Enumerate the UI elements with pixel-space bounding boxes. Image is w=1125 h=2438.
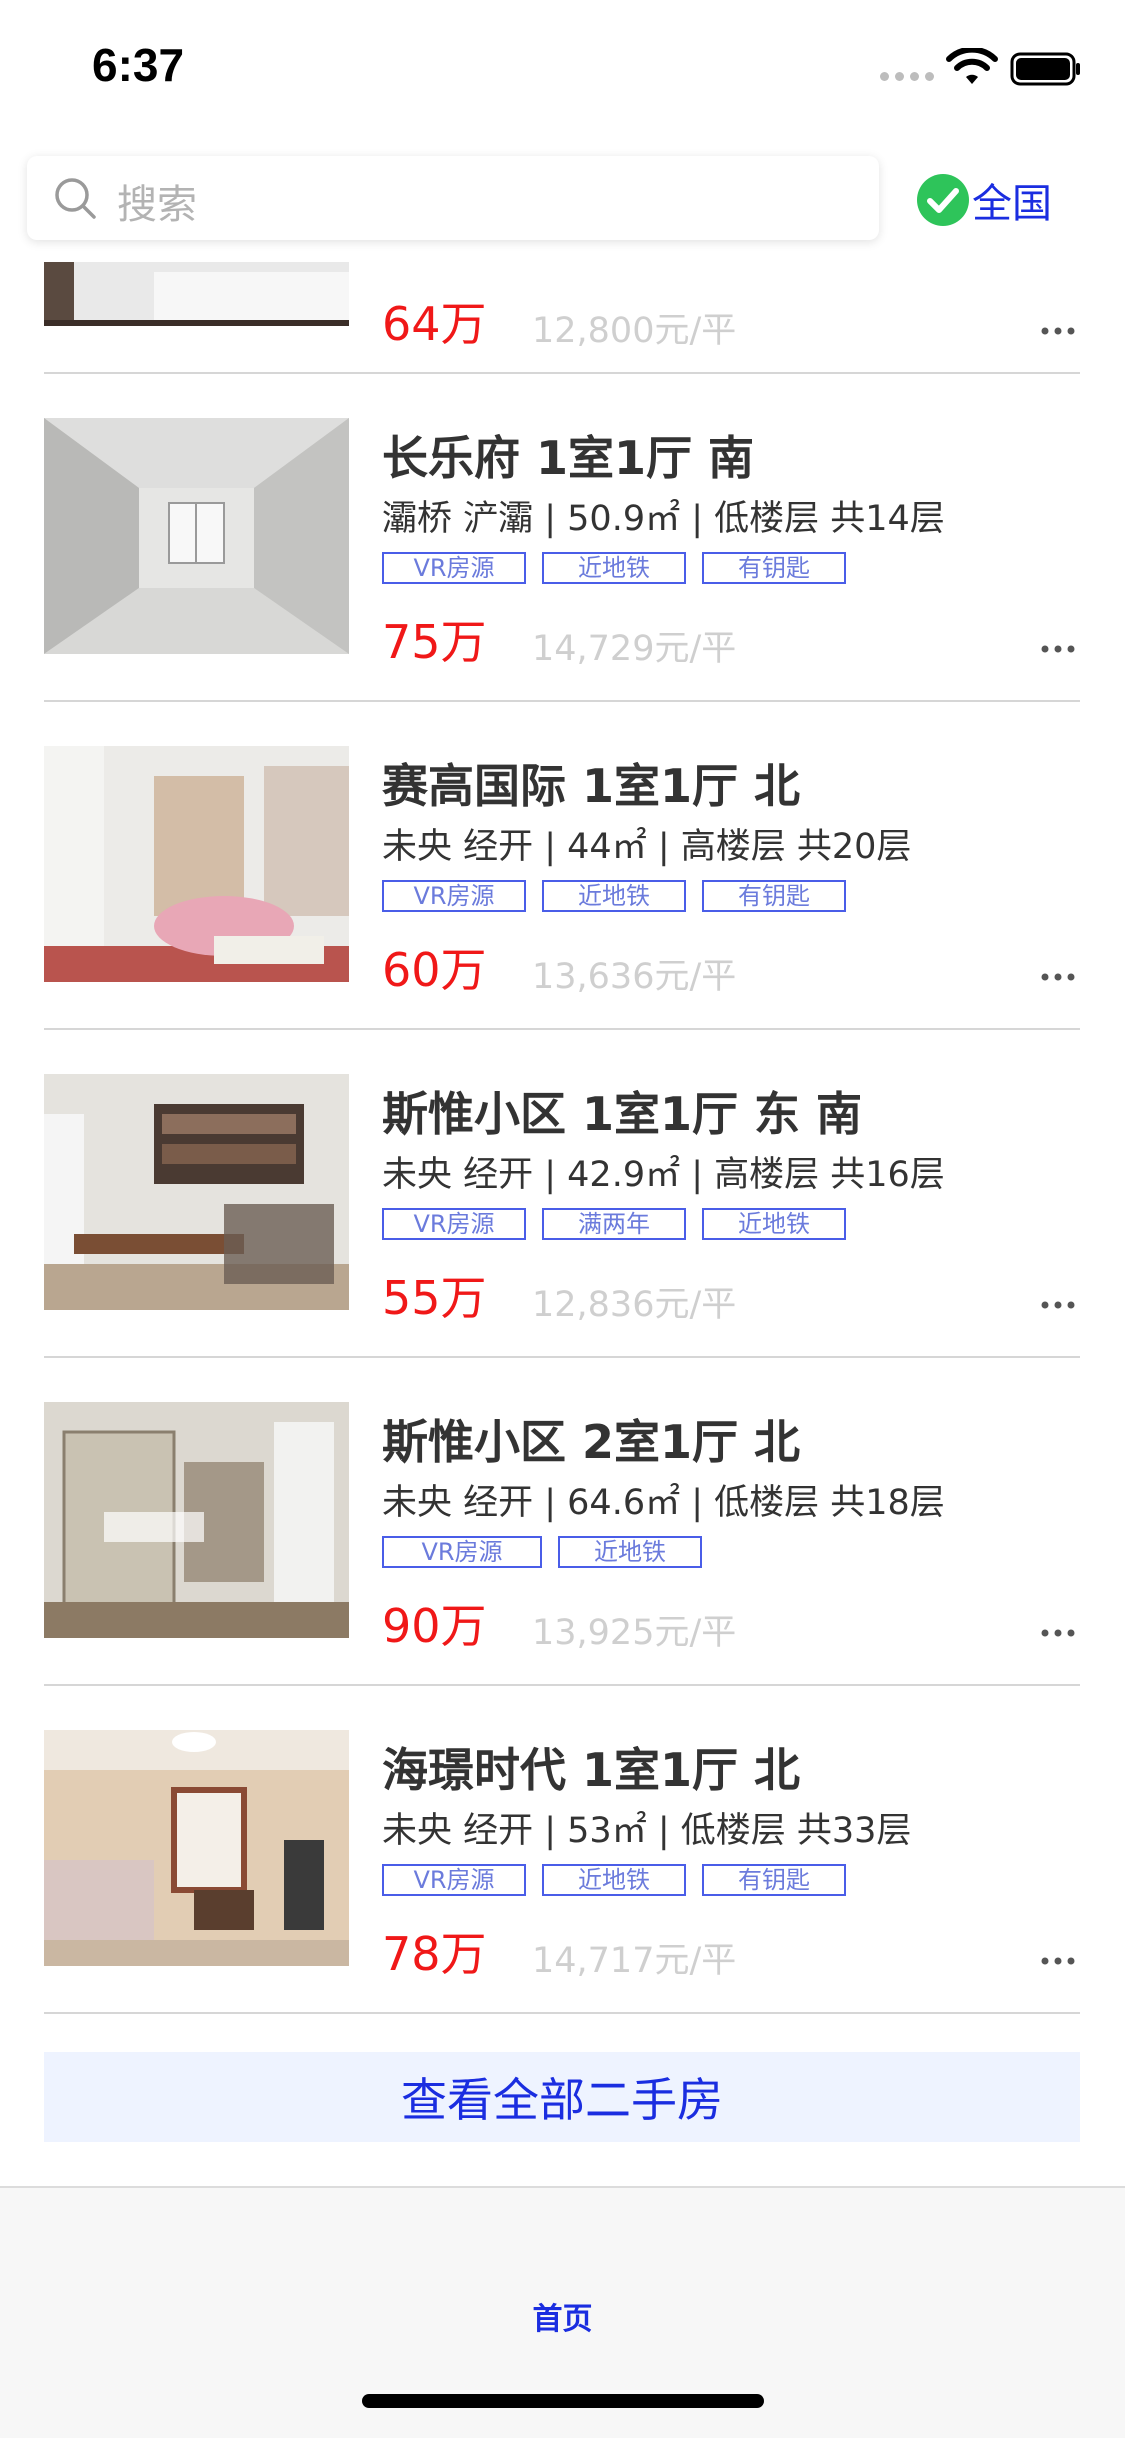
listing-item[interactable]: 赛高国际 1室1厅 北 未央 经开 | 44㎡ | 高楼层 共20层 VR房源 … — [44, 702, 1080, 1030]
listing-unit-price: 14,729元/平 — [532, 629, 737, 669]
more-icon[interactable] — [1040, 1300, 1076, 1310]
view-all-listings-button[interactable]: 查看全部二手房 — [44, 2052, 1080, 2142]
listing-photo — [44, 1074, 349, 1310]
more-icon[interactable] — [1040, 1956, 1076, 1966]
listing-price: 55万 — [382, 1271, 487, 1325]
listing-photo — [44, 746, 349, 982]
listing-tag: 近地铁 — [542, 880, 686, 912]
listing-price: 78万 — [382, 1927, 487, 1981]
region-selector-button[interactable]: 全国 — [916, 170, 1052, 230]
listing-tags: VR房源 满两年 近地铁 — [382, 1208, 846, 1240]
listing-tag: VR房源 — [382, 1864, 526, 1896]
listing-unit-price: 13,636元/平 — [532, 957, 737, 997]
listing-item[interactable]: 64万 12,800元/平 — [44, 240, 1080, 374]
tab-home[interactable]: 首页 — [0, 2294, 1125, 2338]
battery-icon — [1010, 52, 1080, 86]
listing-tag: 有钥匙 — [702, 880, 846, 912]
more-icon[interactable] — [1040, 644, 1076, 654]
listing-tag: 满两年 — [542, 1208, 686, 1240]
listing-tag: 近地铁 — [542, 1864, 686, 1896]
listing-subtitle: 未央 经开 | 44㎡ | 高楼层 共20层 — [382, 827, 912, 867]
search-input[interactable]: 搜索 — [27, 156, 879, 240]
listing-tags: VR房源 近地铁 有钥匙 — [382, 880, 846, 912]
listing-tags: VR房源 近地铁 — [382, 1536, 702, 1568]
listing-title: 斯惟小区 1室1厅 东 南 — [382, 1087, 863, 1141]
listing-tag: VR房源 — [382, 552, 526, 584]
listing-subtitle: 未央 经开 | 42.9㎡ | 高楼层 共16层 — [382, 1155, 945, 1195]
status-bar: 6:37 — [0, 0, 1125, 140]
listing-title: 长乐府 1室1厅 南 — [382, 431, 755, 485]
listing-tag: 近地铁 — [542, 552, 686, 584]
listing-price: 60万 — [382, 943, 487, 997]
listing-tag: 有钥匙 — [702, 1864, 846, 1896]
listing-photo — [44, 418, 349, 654]
search-icon — [55, 178, 96, 219]
listing-tags: VR房源 近地铁 有钥匙 — [382, 552, 846, 584]
more-icon[interactable] — [1040, 1628, 1076, 1638]
listing-tag: VR房源 — [382, 1208, 526, 1240]
listing-price: 64万 — [382, 297, 487, 351]
listing-title: 赛高国际 1室1厅 北 — [382, 759, 801, 813]
listing-subtitle: 未央 经开 | 53㎡ | 低楼层 共33层 — [382, 1811, 912, 1851]
listing-tag: 有钥匙 — [702, 552, 846, 584]
more-icon[interactable] — [1040, 972, 1076, 982]
listing-price: 75万 — [382, 615, 487, 669]
wifi-icon — [946, 48, 998, 84]
listing-tag: 近地铁 — [558, 1536, 702, 1568]
listing-title: 斯惟小区 2室1厅 北 — [382, 1415, 801, 1469]
listing-photo — [44, 262, 349, 326]
listing-price: 90万 — [382, 1599, 487, 1653]
listing-tag: VR房源 — [382, 880, 526, 912]
listing-unit-price: 14,717元/平 — [532, 1941, 737, 1981]
listing-tag: 近地铁 — [702, 1208, 846, 1240]
cellular-signal-icon — [880, 72, 934, 81]
listing-list: 64万 12,800元/平 长乐府 1室1厅 南 灞桥 浐灞 | 50.9㎡ |… — [44, 240, 1080, 2014]
listing-item[interactable]: 斯惟小区 2室1厅 北 未央 经开 | 64.6㎡ | 低楼层 共18层 VR房… — [44, 1358, 1080, 1686]
listing-subtitle: 未央 经开 | 64.6㎡ | 低楼层 共18层 — [382, 1483, 945, 1523]
listing-photo — [44, 1730, 349, 1966]
listing-photo — [44, 1402, 349, 1638]
listing-tag: VR房源 — [382, 1536, 542, 1568]
listing-tags: VR房源 近地铁 有钥匙 — [382, 1864, 846, 1896]
search-placeholder: 搜索 — [117, 182, 197, 228]
listing-item[interactable]: 海璟时代 1室1厅 北 未央 经开 | 53㎡ | 低楼层 共33层 VR房源 … — [44, 1686, 1080, 2014]
more-icon[interactable] — [1040, 326, 1076, 336]
listing-unit-price: 13,925元/平 — [532, 1613, 737, 1653]
listing-unit-price: 12,836元/平 — [532, 1285, 737, 1325]
listing-unit-price: 12,800元/平 — [532, 311, 737, 351]
home-indicator[interactable] — [362, 2394, 764, 2408]
listing-item[interactable]: 长乐府 1室1厅 南 灞桥 浐灞 | 50.9㎡ | 低楼层 共14层 VR房源… — [44, 374, 1080, 702]
listing-subtitle: 灞桥 浐灞 | 50.9㎡ | 低楼层 共14层 — [382, 499, 945, 539]
listing-item[interactable]: 斯惟小区 1室1厅 东 南 未央 经开 | 42.9㎡ | 高楼层 共16层 V… — [44, 1030, 1080, 1358]
check-circle-icon — [917, 174, 969, 226]
region-label: 全国 — [972, 181, 1052, 227]
listing-title: 海璟时代 1室1厅 北 — [382, 1743, 801, 1797]
status-time: 6:37 — [92, 39, 185, 91]
